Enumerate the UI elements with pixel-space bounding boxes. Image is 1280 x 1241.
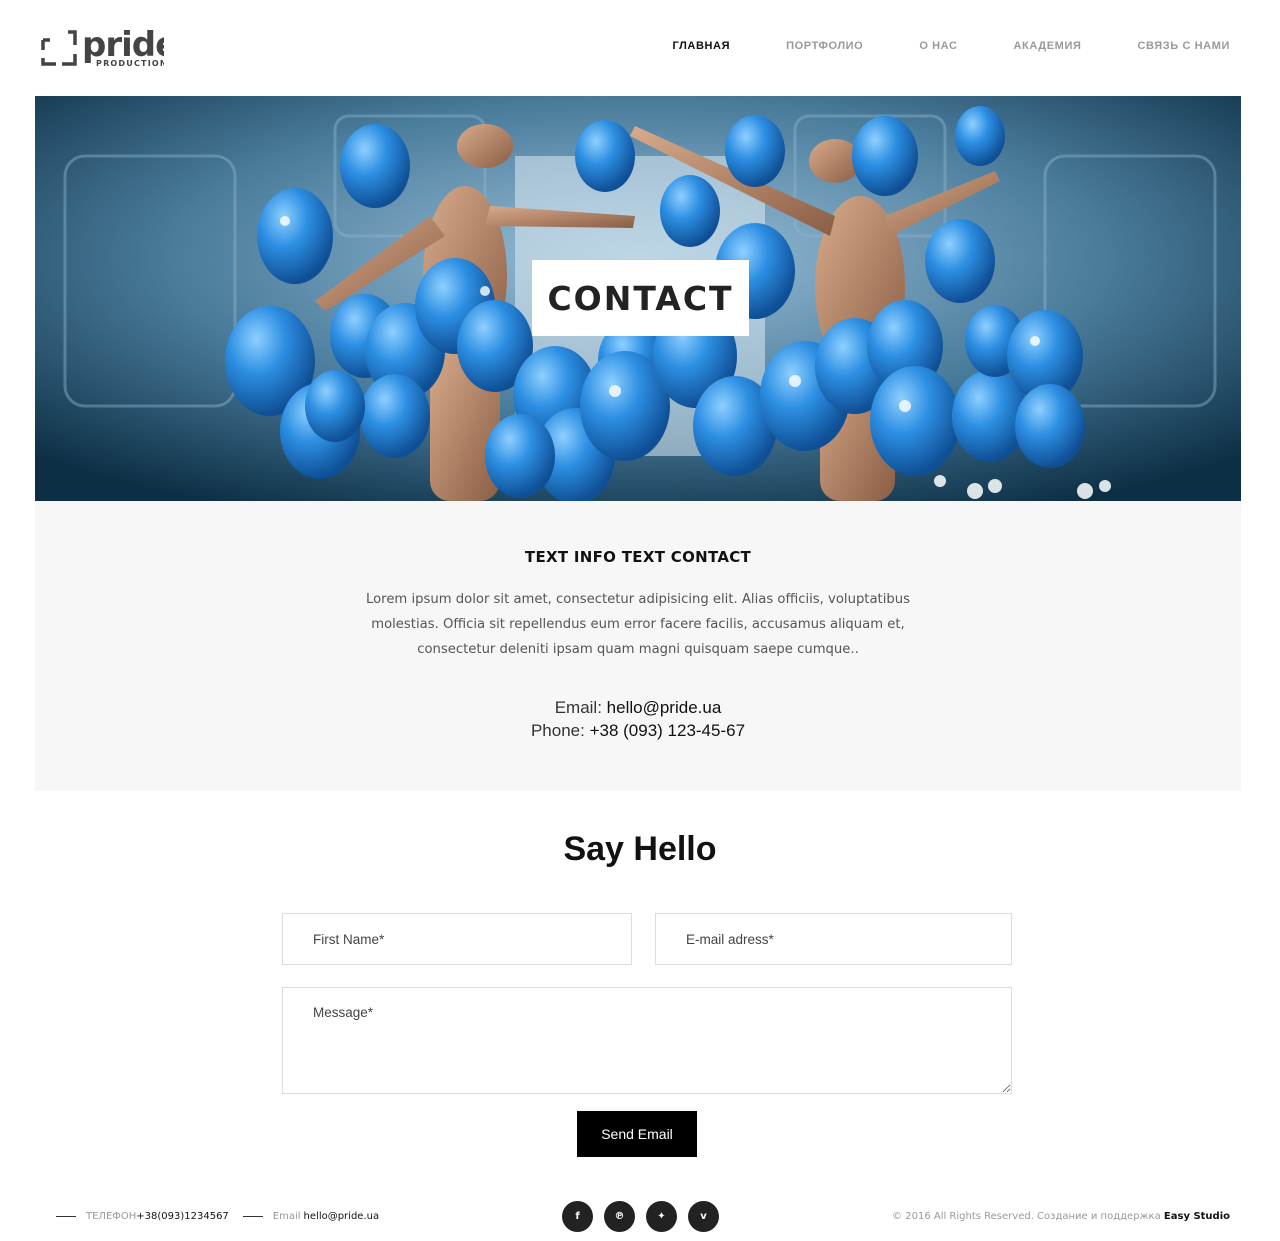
social-links: f ℗ ✦ v bbox=[562, 1201, 719, 1232]
nav-item-about[interactable]: О НАС bbox=[919, 40, 957, 52]
site-header: pride PRODUCTION ГЛАВНАЯ ПОРТФОЛИО О НАС… bbox=[0, 0, 1280, 96]
site-footer: ТЕЛЕФОН +38(093)1234567 Email hello@pride… bbox=[0, 1195, 1280, 1241]
studio-link[interactable]: Easy Studio bbox=[1164, 1211, 1230, 1222]
phone-value: +38 (093) 123-45-67 bbox=[589, 721, 746, 740]
info-heading: TEXT INFO TEXT CONTACT bbox=[524, 548, 752, 566]
footer-phone-label: ТЕЛЕФОН bbox=[86, 1211, 137, 1222]
footer-phone-value: +38(093)1234567 bbox=[136, 1211, 229, 1222]
contact-info-panel: TEXT INFO TEXT CONTACT Lorem ipsum dolor… bbox=[35, 501, 1241, 791]
nav-item-portfolio[interactable]: ПОРТФОЛИО bbox=[786, 40, 863, 52]
nav-item-home[interactable]: ГЛАВНАЯ bbox=[673, 40, 731, 52]
nav-item-academy[interactable]: АКАДЕМИЯ bbox=[1014, 40, 1082, 52]
footer-contacts: ТЕЛЕФОН +38(093)1234567 Email hello@pride… bbox=[56, 1211, 379, 1222]
send-email-button[interactable]: Send Email bbox=[577, 1111, 697, 1157]
copyright-text: © 2016 All Rights Reserved. Создание и п… bbox=[892, 1211, 1164, 1222]
pride-production-logo[interactable]: pride PRODUCTION bbox=[38, 18, 164, 70]
hero-banner: CONTACT bbox=[35, 96, 1241, 501]
pinterest-icon[interactable]: ℗ bbox=[604, 1201, 635, 1232]
vimeo-icon[interactable]: v bbox=[688, 1201, 719, 1232]
email-field[interactable] bbox=[655, 913, 1012, 965]
form-title: Say Hello bbox=[563, 830, 717, 868]
phone-label: Phone: bbox=[530, 721, 590, 740]
facebook-icon[interactable]: f bbox=[562, 1201, 593, 1232]
twitter-icon[interactable]: ✦ bbox=[646, 1201, 677, 1232]
hero-title: CONTACT bbox=[547, 278, 734, 318]
divider bbox=[242, 1215, 263, 1218]
nav-item-contact[interactable]: СВЯЗЬ С НАМИ bbox=[1137, 40, 1230, 52]
message-field[interactable] bbox=[282, 987, 1012, 1094]
email-link[interactable]: hello@pride.ua bbox=[607, 698, 722, 717]
info-text: Lorem ipsum dolor sit amet, consectetur … bbox=[366, 592, 910, 657]
footer-copyright: © 2016 All Rights Reserved. Создание и п… bbox=[892, 1211, 1230, 1222]
hero-title-box: CONTACT bbox=[532, 260, 749, 336]
main-nav: ГЛАВНАЯ ПОРТФОЛИО О НАС АКАДЕМИЯ СВЯЗЬ С… bbox=[617, 40, 1230, 52]
logo-sub: PRODUCTION bbox=[96, 59, 164, 68]
phone-line: Phone: +38 (093) 123-45-67 bbox=[35, 719, 1241, 742]
footer-email-link[interactable]: hello@pride.ua bbox=[304, 1211, 380, 1222]
first-name-field[interactable] bbox=[282, 913, 632, 965]
email-label: Email: bbox=[554, 698, 607, 717]
footer-email-label: Email bbox=[272, 1211, 301, 1222]
divider bbox=[56, 1215, 76, 1218]
contact-details: Email: hello@pride.ua Phone: +38 (093) 1… bbox=[35, 696, 1241, 742]
email-line: Email: hello@pride.ua bbox=[35, 696, 1241, 719]
